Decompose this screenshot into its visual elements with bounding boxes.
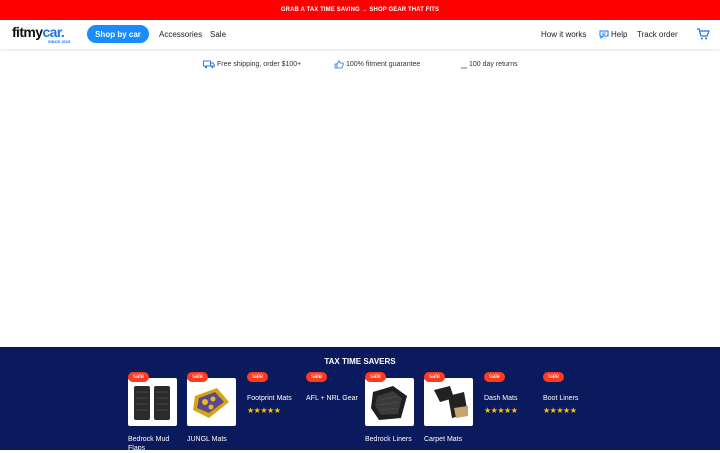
product-label[interactable]: Dash Mats [484, 394, 544, 403]
nav-how-it-works[interactable]: How it works [541, 20, 586, 49]
sale-badge: sale [306, 372, 328, 382]
site-header: fitmycar. SINCE 2015 Shop by car Accesso… [0, 20, 720, 49]
nav-accessories[interactable]: Accessories [159, 20, 202, 49]
product-image[interactable] [128, 378, 177, 426]
nav-track-order[interactable]: Track order [637, 20, 678, 49]
promo-bar[interactable]: GRAB A TAX TIME SAVING → SHOP GEAR THAT … [0, 0, 720, 20]
help-label: Help [611, 30, 628, 39]
thumbs-up-icon [334, 60, 344, 68]
sale-badge: sale [128, 372, 150, 382]
product-image[interactable] [424, 378, 473, 426]
return-icon [461, 67, 467, 68]
product-label[interactable]: Boot Liners [543, 394, 603, 403]
section-title: TAX TIME SAVERS [324, 357, 396, 366]
cart-icon[interactable] [696, 28, 710, 40]
sale-badge: sale [484, 372, 506, 382]
nav-sale[interactable]: Sale [210, 20, 226, 49]
product-label[interactable]: Carpet Mats [424, 435, 476, 444]
product-label[interactable]: AFL + NRL Gear [306, 394, 366, 403]
usp-text: 100 day returns [469, 60, 518, 68]
sale-badge: sale [187, 372, 209, 382]
rating-stars: ★★★★★ [247, 406, 281, 415]
logo-wordmark: fitmycar. [12, 24, 65, 40]
fitmycar-logo[interactable]: fitmycar. SINCE 2015 [12, 24, 74, 44]
product-label[interactable]: JUNGL Mats [187, 435, 239, 444]
sale-badge: sale [365, 372, 387, 382]
help-chat-icon [599, 30, 609, 39]
sale-badge: sale [247, 372, 269, 382]
usp-returns: 100 day returns [461, 57, 518, 71]
usp-free-shipping: Free shipping, order $100+ [203, 57, 301, 71]
sale-badge: sale [424, 372, 446, 382]
sale-badge: sale [543, 372, 565, 382]
promo-text[interactable]: GRAB A TAX TIME SAVING → SHOP GEAR THAT … [281, 7, 439, 13]
product-label[interactable]: Bedrock Mud Flaps [128, 435, 180, 453]
shop-by-car-button[interactable]: Shop by car [87, 25, 149, 43]
usp-fitment-guarantee: 100% fitment guarantee [334, 57, 420, 71]
truck-icon [203, 60, 215, 68]
product-label[interactable]: Footprint Mats [247, 394, 307, 403]
product-label[interactable]: Bedrock Liners [365, 435, 417, 444]
rating-stars: ★★★★★ [543, 406, 577, 415]
nav-help[interactable]: Help [599, 20, 627, 49]
rating-stars: ★★★★★ [484, 406, 518, 415]
product-image[interactable] [365, 378, 414, 426]
usp-text: Free shipping, order $100+ [217, 60, 302, 68]
product-image[interactable] [187, 378, 236, 426]
logo-tagline: SINCE 2015 [48, 39, 71, 44]
usp-text: 100% fitment guarantee [346, 60, 421, 68]
